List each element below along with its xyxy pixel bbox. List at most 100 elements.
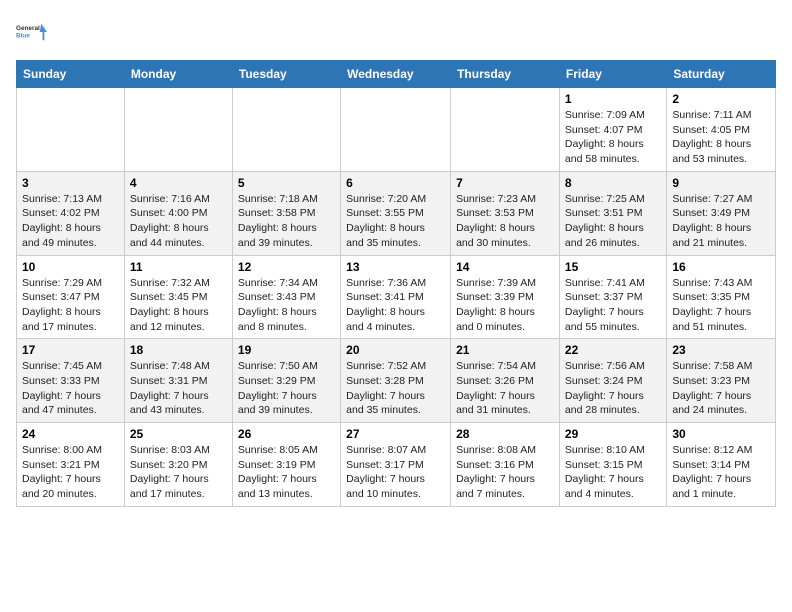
weekday-header-saturday: Saturday: [667, 61, 776, 88]
calendar-cell: [232, 88, 340, 172]
weekday-header-wednesday: Wednesday: [341, 61, 451, 88]
day-number: 12: [238, 260, 335, 274]
day-number: 6: [346, 176, 445, 190]
day-number: 3: [22, 176, 119, 190]
day-info: Sunrise: 7:09 AM Sunset: 4:07 PM Dayligh…: [565, 108, 661, 167]
calendar-cell: [341, 88, 451, 172]
weekday-header-tuesday: Tuesday: [232, 61, 340, 88]
week-row-3: 10 Sunrise: 7:29 AM Sunset: 3:47 PM Dayli…: [17, 255, 776, 339]
calendar-cell: 7 Sunrise: 7:23 AM Sunset: 3:53 PM Daylig…: [451, 171, 560, 255]
day-info: Sunrise: 8:03 AM Sunset: 3:20 PM Dayligh…: [130, 443, 227, 502]
day-info: Sunrise: 7:16 AM Sunset: 4:00 PM Dayligh…: [130, 192, 227, 251]
calendar-cell: 30 Sunrise: 8:12 AM Sunset: 3:14 PM Dayli…: [667, 423, 776, 507]
day-number: 29: [565, 427, 661, 441]
logo: GeneralBlue: [16, 16, 48, 48]
calendar-cell: 1 Sunrise: 7:09 AM Sunset: 4:07 PM Daylig…: [559, 88, 666, 172]
svg-text:General: General: [16, 25, 40, 32]
day-info: Sunrise: 7:43 AM Sunset: 3:35 PM Dayligh…: [672, 276, 770, 335]
day-number: 15: [565, 260, 661, 274]
calendar-cell: 20 Sunrise: 7:52 AM Sunset: 3:28 PM Dayli…: [341, 339, 451, 423]
logo-icon: GeneralBlue: [16, 16, 48, 48]
day-info: Sunrise: 8:12 AM Sunset: 3:14 PM Dayligh…: [672, 443, 770, 502]
day-number: 10: [22, 260, 119, 274]
day-info: Sunrise: 7:34 AM Sunset: 3:43 PM Dayligh…: [238, 276, 335, 335]
day-number: 21: [456, 343, 554, 357]
weekday-header-row: SundayMondayTuesdayWednesdayThursdayFrid…: [17, 61, 776, 88]
day-number: 17: [22, 343, 119, 357]
day-info: Sunrise: 7:25 AM Sunset: 3:51 PM Dayligh…: [565, 192, 661, 251]
day-info: Sunrise: 8:05 AM Sunset: 3:19 PM Dayligh…: [238, 443, 335, 502]
calendar-cell: 25Sunrise: 8:03 AM Sunset: 3:20 PM Dayli…: [124, 423, 232, 507]
day-number: 14: [456, 260, 554, 274]
calendar-cell: 17 Sunrise: 7:45 AM Sunset: 3:33 PM Dayli…: [17, 339, 125, 423]
day-info: Sunrise: 7:58 AM Sunset: 3:23 PM Dayligh…: [672, 359, 770, 418]
day-number: 28: [456, 427, 554, 441]
day-info: Sunrise: 7:50 AM Sunset: 3:29 PM Dayligh…: [238, 359, 335, 418]
week-row-4: 17 Sunrise: 7:45 AM Sunset: 3:33 PM Dayli…: [17, 339, 776, 423]
day-info: Sunrise: 8:08 AM Sunset: 3:16 PM Dayligh…: [456, 443, 554, 502]
day-number: 4: [130, 176, 227, 190]
svg-text:Blue: Blue: [16, 32, 30, 39]
day-number: 23: [672, 343, 770, 357]
day-number: 13: [346, 260, 445, 274]
day-info: Sunrise: 7:48 AM Sunset: 3:31 PM Dayligh…: [130, 359, 227, 418]
day-info: Sunrise: 7:23 AM Sunset: 3:53 PM Dayligh…: [456, 192, 554, 251]
day-info: Sunrise: 7:32 AM Sunset: 3:45 PM Dayligh…: [130, 276, 227, 335]
page-header: GeneralBlue: [16, 16, 776, 48]
calendar-cell: 8 Sunrise: 7:25 AM Sunset: 3:51 PM Daylig…: [559, 171, 666, 255]
calendar-cell: 2Sunrise: 7:11 AM Sunset: 4:05 PM Daylig…: [667, 88, 776, 172]
calendar-cell: [17, 88, 125, 172]
calendar-cell: 12 Sunrise: 7:34 AM Sunset: 3:43 PM Dayli…: [232, 255, 340, 339]
day-info: Sunrise: 7:20 AM Sunset: 3:55 PM Dayligh…: [346, 192, 445, 251]
calendar-cell: 6 Sunrise: 7:20 AM Sunset: 3:55 PM Daylig…: [341, 171, 451, 255]
calendar-cell: 27 Sunrise: 8:07 AM Sunset: 3:17 PM Dayli…: [341, 423, 451, 507]
weekday-header-thursday: Thursday: [451, 61, 560, 88]
day-number: 30: [672, 427, 770, 441]
day-number: 7: [456, 176, 554, 190]
day-info: Sunrise: 7:39 AM Sunset: 3:39 PM Dayligh…: [456, 276, 554, 335]
day-number: 5: [238, 176, 335, 190]
calendar-cell: 18 Sunrise: 7:48 AM Sunset: 3:31 PM Dayli…: [124, 339, 232, 423]
day-number: 9: [672, 176, 770, 190]
day-number: 19: [238, 343, 335, 357]
calendar-cell: [451, 88, 560, 172]
week-row-1: 1 Sunrise: 7:09 AM Sunset: 4:07 PM Daylig…: [17, 88, 776, 172]
calendar-cell: 23 Sunrise: 7:58 AM Sunset: 3:23 PM Dayli…: [667, 339, 776, 423]
weekday-header-sunday: Sunday: [17, 61, 125, 88]
day-info: Sunrise: 7:41 AM Sunset: 3:37 PM Dayligh…: [565, 276, 661, 335]
day-info: Sunrise: 7:54 AM Sunset: 3:26 PM Dayligh…: [456, 359, 554, 418]
day-info: Sunrise: 7:13 AM Sunset: 4:02 PM Dayligh…: [22, 192, 119, 251]
calendar-cell: 13Sunrise: 7:36 AM Sunset: 3:41 PM Dayli…: [341, 255, 451, 339]
calendar-cell: 9Sunrise: 7:27 AM Sunset: 3:49 PM Daylig…: [667, 171, 776, 255]
day-number: 18: [130, 343, 227, 357]
week-row-2: 3 Sunrise: 7:13 AM Sunset: 4:02 PM Daylig…: [17, 171, 776, 255]
calendar-cell: 10 Sunrise: 7:29 AM Sunset: 3:47 PM Dayli…: [17, 255, 125, 339]
calendar-cell: 29 Sunrise: 8:10 AM Sunset: 3:15 PM Dayli…: [559, 423, 666, 507]
calendar-table: SundayMondayTuesdayWednesdayThursdayFrid…: [16, 60, 776, 507]
calendar-cell: 21 Sunrise: 7:54 AM Sunset: 3:26 PM Dayli…: [451, 339, 560, 423]
day-info: Sunrise: 8:07 AM Sunset: 3:17 PM Dayligh…: [346, 443, 445, 502]
calendar-cell: 14 Sunrise: 7:39 AM Sunset: 3:39 PM Dayli…: [451, 255, 560, 339]
day-number: 24: [22, 427, 119, 441]
calendar-cell: 4 Sunrise: 7:16 AM Sunset: 4:00 PM Daylig…: [124, 171, 232, 255]
calendar-cell: 15 Sunrise: 7:41 AM Sunset: 3:37 PM Dayli…: [559, 255, 666, 339]
day-number: 1: [565, 92, 661, 106]
day-info: Sunrise: 8:10 AM Sunset: 3:15 PM Dayligh…: [565, 443, 661, 502]
calendar-cell: 24 Sunrise: 8:00 AM Sunset: 3:21 PM Dayli…: [17, 423, 125, 507]
day-number: 20: [346, 343, 445, 357]
calendar-cell: 19 Sunrise: 7:50 AM Sunset: 3:29 PM Dayli…: [232, 339, 340, 423]
day-info: Sunrise: 7:29 AM Sunset: 3:47 PM Dayligh…: [22, 276, 119, 335]
day-number: 22: [565, 343, 661, 357]
day-number: 27: [346, 427, 445, 441]
weekday-header-monday: Monday: [124, 61, 232, 88]
calendar-cell: 16Sunrise: 7:43 AM Sunset: 3:35 PM Dayli…: [667, 255, 776, 339]
day-info: Sunrise: 7:52 AM Sunset: 3:28 PM Dayligh…: [346, 359, 445, 418]
calendar-cell: 5 Sunrise: 7:18 AM Sunset: 3:58 PM Daylig…: [232, 171, 340, 255]
day-number: 8: [565, 176, 661, 190]
weekday-header-friday: Friday: [559, 61, 666, 88]
day-info: Sunrise: 7:45 AM Sunset: 3:33 PM Dayligh…: [22, 359, 119, 418]
day-number: 11: [130, 260, 227, 274]
day-info: Sunrise: 8:00 AM Sunset: 3:21 PM Dayligh…: [22, 443, 119, 502]
day-info: Sunrise: 7:18 AM Sunset: 3:58 PM Dayligh…: [238, 192, 335, 251]
calendar-cell: [124, 88, 232, 172]
